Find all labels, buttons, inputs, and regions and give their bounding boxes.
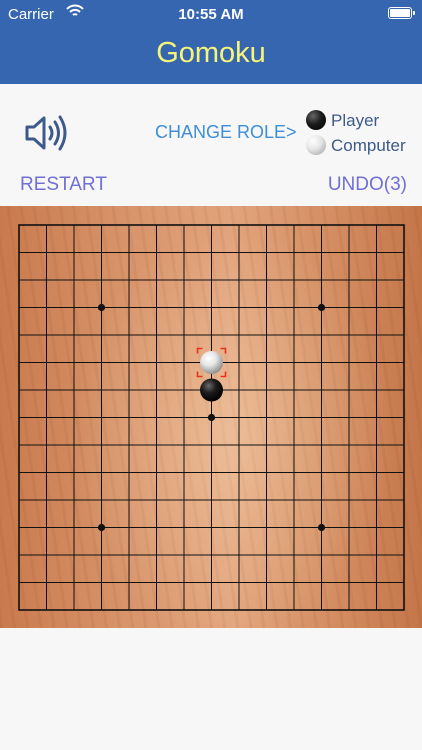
star-point bbox=[317, 303, 326, 312]
status-bar: Carrier 10:55 AM bbox=[0, 0, 422, 28]
white-stone bbox=[200, 351, 223, 374]
black-stone bbox=[200, 378, 223, 402]
star-point bbox=[207, 413, 216, 422]
undo-button[interactable]: UNDO(3) bbox=[328, 174, 407, 196]
white-stone-icon bbox=[306, 135, 326, 155]
star-point bbox=[317, 523, 326, 532]
battery-icon bbox=[388, 7, 415, 19]
speaker-icon[interactable] bbox=[24, 112, 70, 154]
controls-panel: CHANGE ROLE> Player Computer RESTART UND… bbox=[0, 84, 422, 206]
header: Gomoku bbox=[0, 28, 422, 84]
game-board[interactable] bbox=[0, 206, 422, 628]
restart-button[interactable]: RESTART bbox=[20, 174, 107, 196]
star-point bbox=[97, 303, 106, 312]
legend-player-label: Player bbox=[331, 111, 380, 130]
legend-computer-label: Computer bbox=[331, 136, 406, 155]
board-grid[interactable] bbox=[0, 206, 422, 628]
black-stone-icon bbox=[306, 110, 326, 130]
change-role-button[interactable]: CHANGE ROLE> bbox=[155, 122, 297, 143]
page-title: Gomoku bbox=[156, 37, 266, 69]
bottom-area bbox=[0, 628, 422, 750]
clock: 10:55 AM bbox=[178, 6, 244, 23]
star-point bbox=[97, 523, 106, 532]
